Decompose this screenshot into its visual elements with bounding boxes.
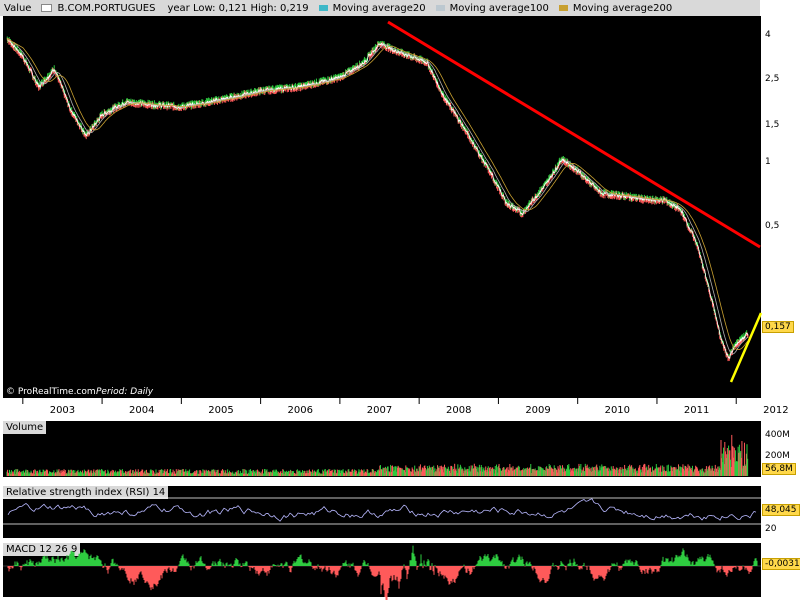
chart-overlay — [3, 20, 763, 600]
macd-histogram — [7, 545, 758, 600]
x-tick-label-2011: 2011 — [683, 405, 710, 416]
downtrend-line — [387, 20, 761, 249]
x-tick-label-2004: 2004 — [128, 405, 155, 416]
ma20-line — [6, 37, 749, 360]
x-tick-label-2007: 2007 — [366, 405, 393, 416]
x-tick-label-2006: 2006 — [287, 405, 313, 416]
x-tick-label-2003: 2003 — [49, 405, 76, 416]
rsi-line — [7, 498, 757, 522]
x-tick-label-2005: 2005 — [208, 405, 234, 416]
x-tick-label-2010: 2010 — [604, 405, 631, 416]
x-tick-label-2012: 2012 — [763, 405, 789, 416]
x-tick-label-2008: 2008 — [446, 405, 472, 416]
x-tick-label-2009: 2009 — [525, 405, 551, 416]
volume-bars — [6, 434, 749, 476]
